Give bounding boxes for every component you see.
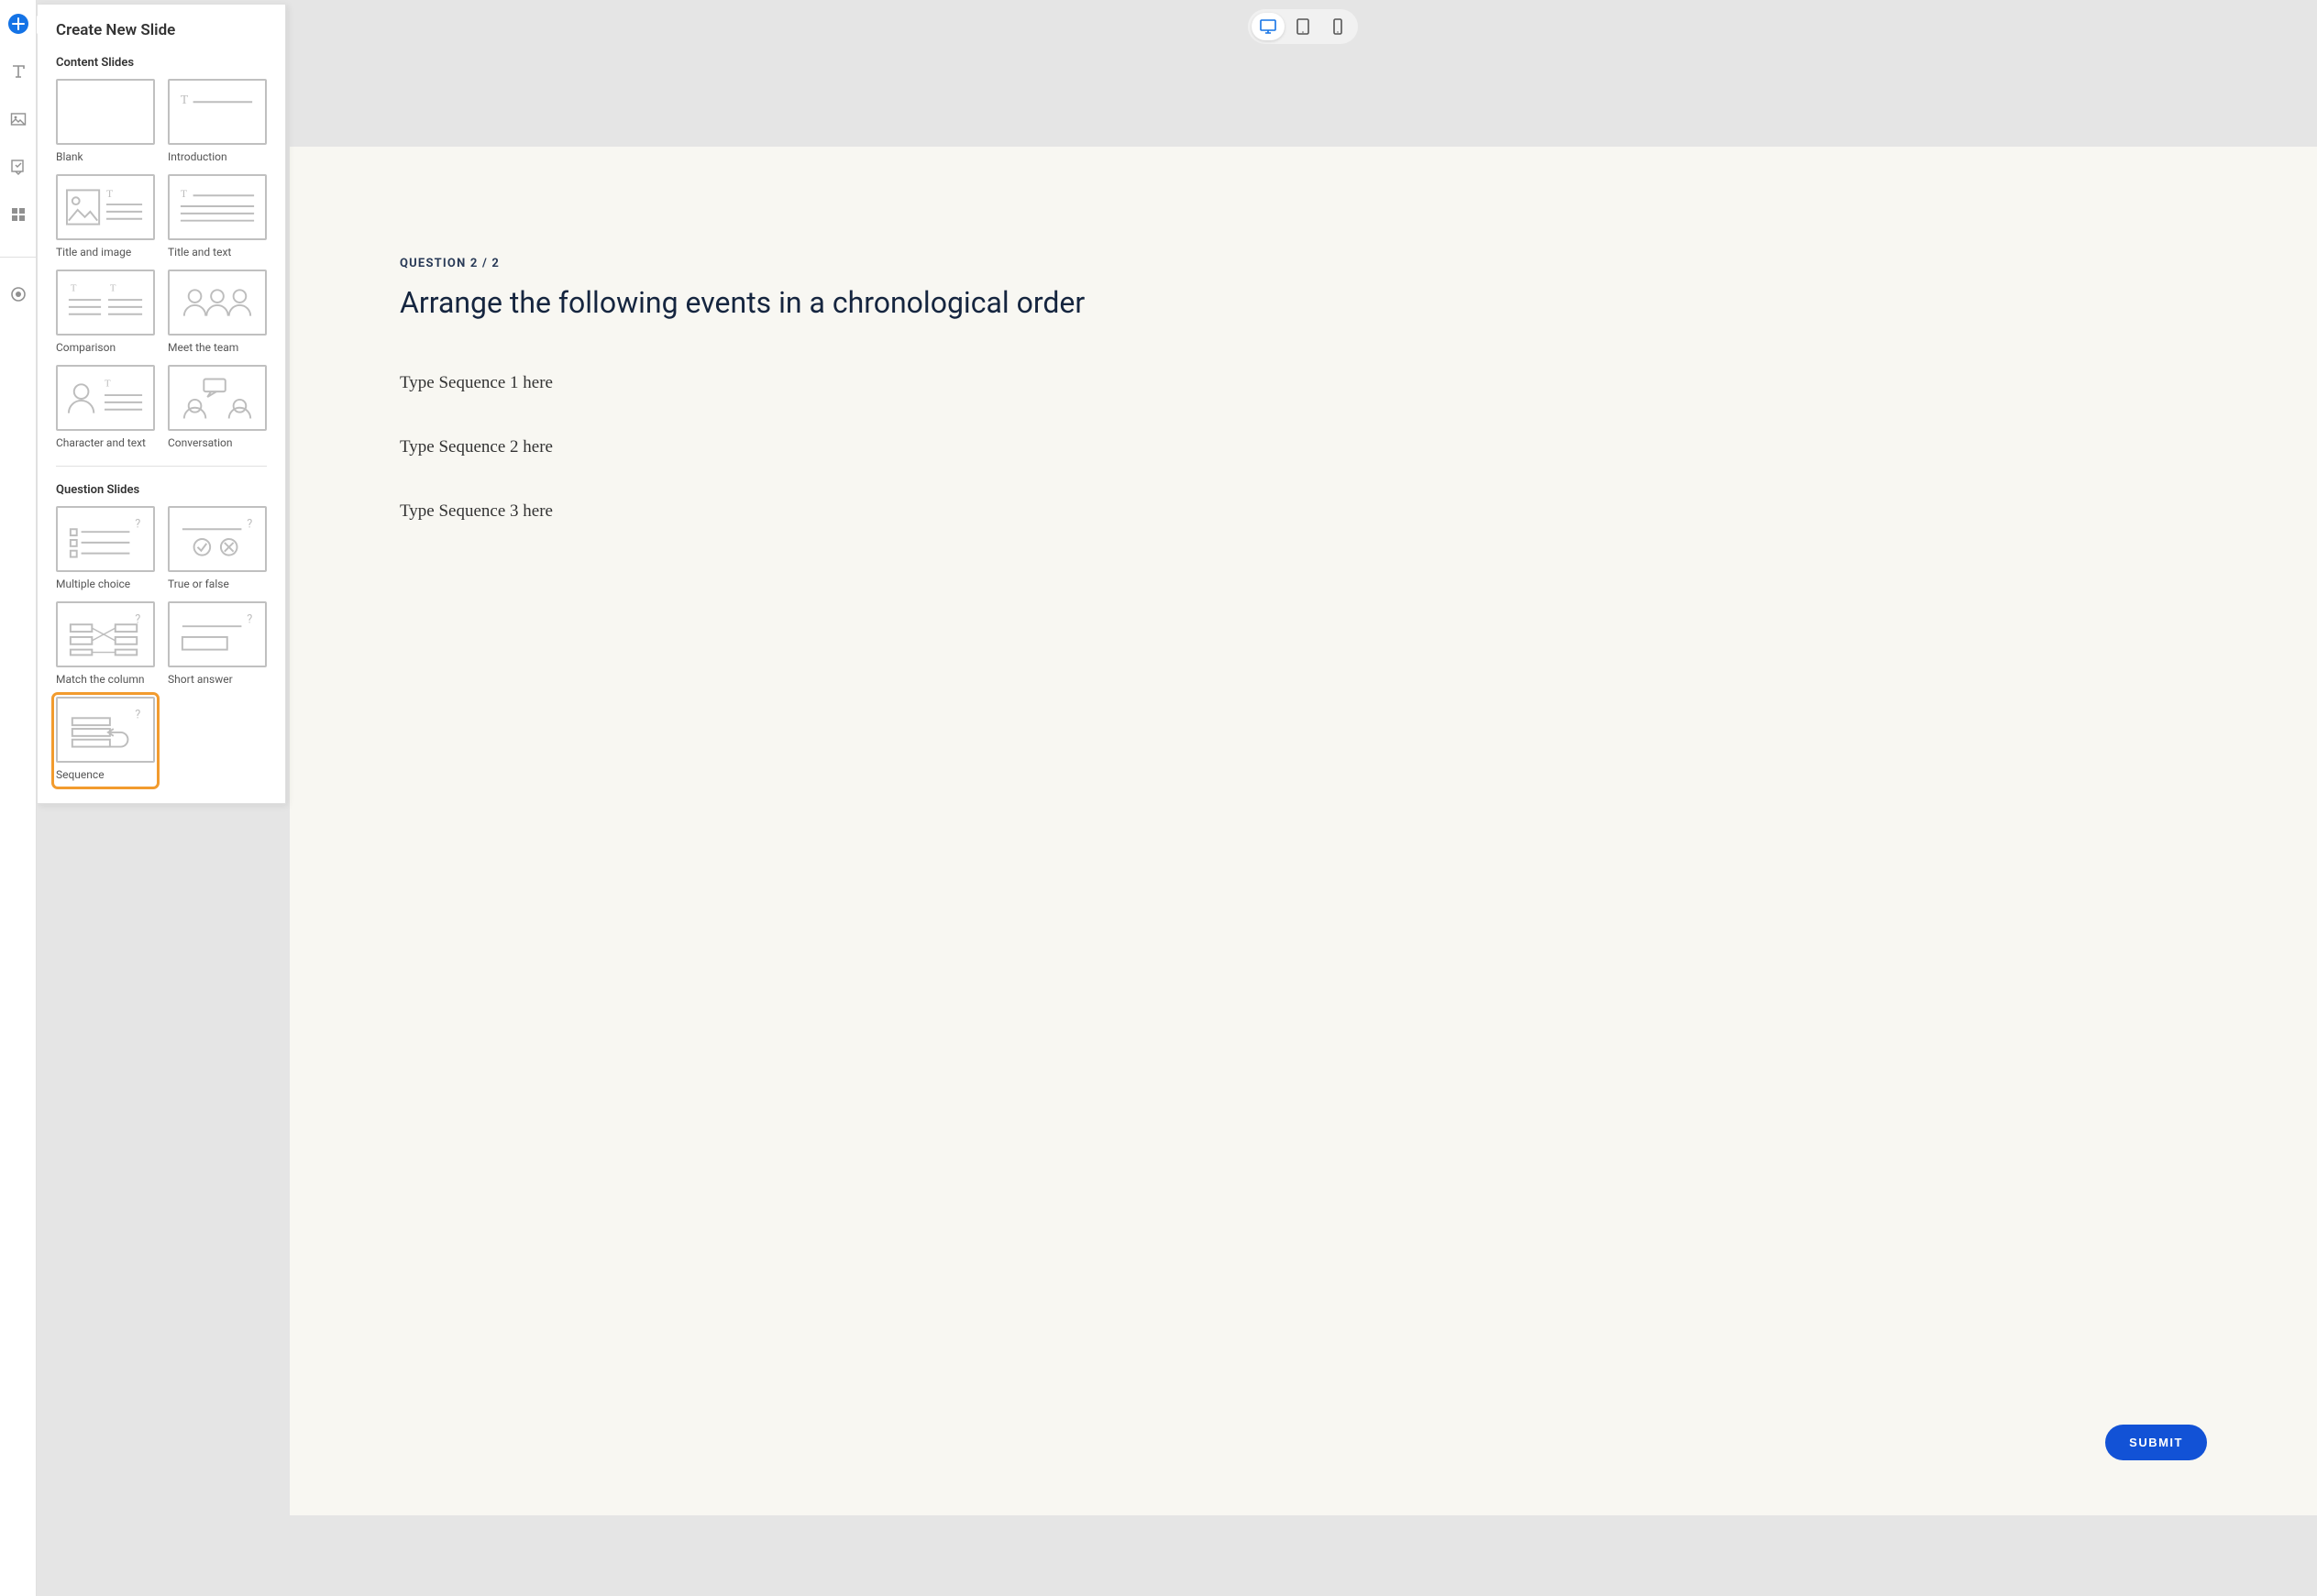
thumb-label: Sequence [56,768,155,781]
thumb-label: Short answer [168,673,267,686]
thumb-preview-match-column: ? [56,601,155,667]
thumb-sequence[interactable]: ? Sequence [56,697,155,785]
slide-canvas: QUESTION 2 / 2 Arrange the following eve… [290,147,2317,1515]
thumb-blank[interactable]: Blank [56,79,155,163]
thumb-label: Title and text [168,246,267,259]
record-tool-button[interactable] [7,283,29,305]
thumb-true-false[interactable]: ? True or false [168,506,267,590]
question-thumb-grid: ? Multiple choice ? True or false ? Matc… [56,506,267,785]
thumb-title-text[interactable]: T Title and text [168,174,267,259]
thumb-match-column[interactable]: ? Match the column [56,601,155,686]
thumb-preview-blank [56,79,155,145]
question-counter: QUESTION 2 / 2 [400,257,2207,270]
tablet-icon [1296,18,1309,35]
svg-text:T: T [105,378,111,389]
thumb-title-image[interactable]: T Title and image [56,174,155,259]
content-thumb-grid: Blank T Introduction T Title and image T… [56,79,267,449]
question-title[interactable]: Arrange the following events in a chrono… [400,285,2207,320]
thumb-label: Title and image [56,246,155,259]
thumb-preview-introduction: T [168,79,267,145]
quiz-icon [10,159,27,175]
sequence-item-1[interactable]: Type Sequence 1 here [400,373,2207,393]
submit-row: SUBMIT [400,1425,2207,1460]
device-tablet-button[interactable] [1286,13,1319,40]
thumb-preview-character-text: T [56,365,155,431]
thumb-label: Multiple choice [56,578,155,590]
thumb-preview-meet-team [168,270,267,336]
sequence-item-3[interactable]: Type Sequence 3 here [400,501,2207,522]
submit-button[interactable]: SUBMIT [2105,1425,2207,1460]
content-slides-label: Content Slides [56,56,267,70]
thumb-introduction[interactable]: T Introduction [168,79,267,163]
device-switcher [1248,9,1358,44]
svg-text:T: T [181,188,187,200]
thumb-short-answer[interactable]: ? Short answer [168,601,267,686]
record-icon [10,286,27,303]
svg-text:?: ? [247,517,252,531]
question-tool-button[interactable] [7,156,29,178]
flyout-title: Create New Slide [56,21,267,39]
svg-text:?: ? [247,612,252,626]
svg-text:T: T [106,188,113,200]
thumb-preview-multiple-choice: ? [56,506,155,572]
question-slides-label: Question Slides [56,483,267,497]
thumb-conversation[interactable]: Conversation [168,365,267,449]
thumb-preview-comparison: TT [56,270,155,336]
thumb-preview-sequence: ? [56,697,155,763]
thumb-label: Meet the team [168,341,267,354]
thumb-preview-title-image: T [56,174,155,240]
add-slide-button[interactable] [7,13,29,35]
text-tool-button[interactable] [7,61,29,83]
svg-text:?: ? [135,517,140,531]
tool-rail [0,0,37,1596]
thumb-preview-conversation [168,365,267,431]
thumb-preview-title-text: T [168,174,267,240]
thumb-label: Introduction [168,150,267,163]
image-icon [10,111,27,127]
thumb-character-text[interactable]: T Character and text [56,365,155,449]
media-tool-button[interactable] [7,108,29,130]
svg-text:T: T [181,93,189,106]
grid-icon [10,206,27,223]
thumb-label: Conversation [168,436,267,449]
thumb-label: Match the column [56,673,155,686]
flyout-divider [56,466,267,467]
grid-tool-button[interactable] [7,204,29,226]
rail-divider [0,257,36,258]
desktop-icon [1260,19,1276,34]
sequence-item-2[interactable]: Type Sequence 2 here [400,437,2207,457]
device-mobile-button[interactable] [1321,13,1354,40]
thumb-label: Character and text [56,436,155,449]
svg-text:T: T [110,282,116,293]
svg-text:?: ? [135,708,140,721]
thumb-preview-short-answer: ? [168,601,267,667]
thumb-preview-true-false: ? [168,506,267,572]
create-slide-flyout: Create New Slide Content Slides Blank T … [37,4,286,804]
thumb-comparison[interactable]: TT Comparison [56,270,155,354]
svg-text:T: T [71,282,77,293]
thumb-label: Blank [56,150,155,163]
text-icon [10,63,27,80]
thumb-multiple-choice[interactable]: ? Multiple choice [56,506,155,590]
mobile-icon [1333,18,1342,35]
thumb-meet-team[interactable]: Meet the team [168,270,267,354]
thumb-label: Comparison [56,341,155,354]
thumb-label: True or false [168,578,267,590]
device-desktop-button[interactable] [1252,13,1285,40]
plus-circle-icon [7,13,29,35]
